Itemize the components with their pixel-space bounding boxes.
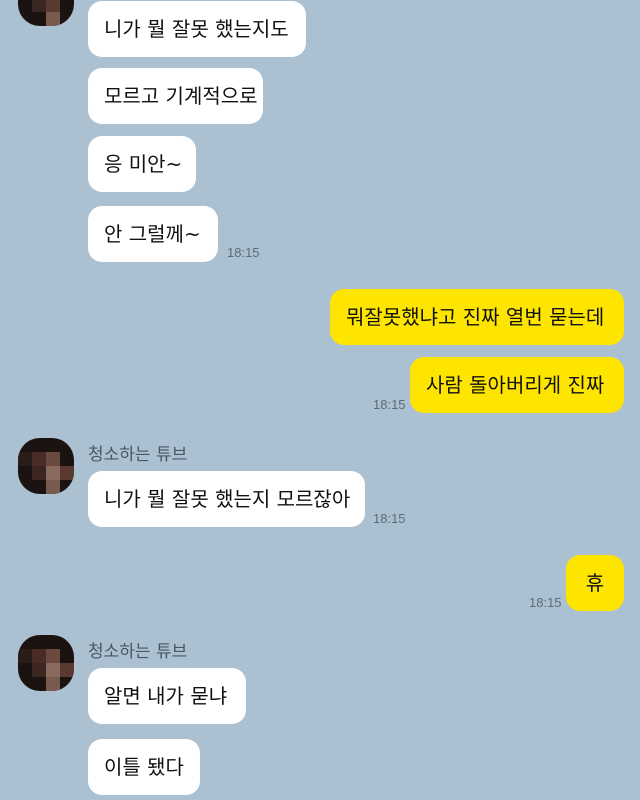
- message-time: 18:15: [529, 595, 562, 610]
- message-bubble[interactable]: 휴: [566, 555, 624, 611]
- message-text: 모르고 기계적으로: [104, 84, 258, 108]
- message-text: 알면 내가 묻냐: [104, 684, 228, 708]
- message-bubble[interactable]: 알면 내가 묻냐: [88, 668, 246, 724]
- message-text: 휴: [585, 571, 605, 595]
- contact-avatar[interactable]: [18, 438, 74, 494]
- message-time: 18:15: [227, 245, 260, 260]
- message-time: 18:15: [373, 397, 406, 412]
- message-bubble[interactable]: 모르고 기계적으로: [88, 68, 263, 124]
- message-bubble[interactable]: 안 그럴께~: [88, 206, 218, 262]
- message-bubble[interactable]: 이틀 됐다: [88, 739, 200, 795]
- sender-name: 청소하는 튜브: [88, 642, 188, 662]
- message-bubble[interactable]: 응 미안~: [88, 136, 196, 192]
- message-text: 안 그럴께~: [104, 222, 201, 246]
- sender-name: 청소하는 튜브: [88, 445, 188, 465]
- message-text: 니가 뭘 잘못 했는지도: [104, 17, 289, 41]
- contact-avatar[interactable]: [18, 635, 74, 691]
- message-bubble[interactable]: 사람 돌아버리게 진짜: [410, 357, 624, 413]
- message-text: 사람 돌아버리게 진짜: [426, 373, 605, 397]
- message-bubble[interactable]: 뭐잘못했냐고 진짜 열번 묻는데: [330, 289, 624, 345]
- message-bubble[interactable]: 니가 뭘 잘못 했는지 모르잖아: [88, 471, 365, 527]
- message-text: 니가 뭘 잘못 했는지 모르잖아: [104, 487, 351, 511]
- message-text: 뭐잘못했냐고 진짜 열번 묻는데: [346, 305, 605, 329]
- message-text: 응 미안~: [104, 152, 183, 176]
- message-bubble[interactable]: 니가 뭘 잘못 했는지도: [88, 1, 306, 57]
- message-text: 이틀 됐다: [104, 755, 184, 779]
- contact-avatar[interactable]: [18, 0, 74, 26]
- message-time: 18:15: [373, 511, 406, 526]
